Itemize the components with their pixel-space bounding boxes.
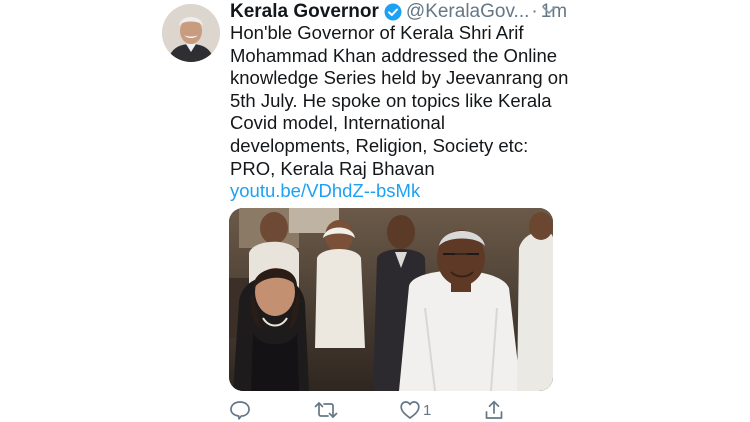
verified-badge-icon [384, 3, 402, 21]
profile-avatar[interactable] [162, 4, 220, 62]
user-handle[interactable]: @KeralaGov... [406, 1, 529, 23]
like-count: 1 [423, 401, 432, 419]
retweet-icon [314, 399, 338, 421]
tweet-header: Kerala Governor @KeralaGov... · 1m [230, 0, 570, 24]
tweet-actions: 1 [229, 398, 519, 422]
tweet-link[interactable]: youtu.be/VDhdZ--bsMk [230, 180, 420, 202]
tweet-text-line: PRO, Kerala Raj Bhavan [230, 157, 435, 179]
event-photo [229, 208, 553, 391]
share-icon [483, 399, 505, 421]
tweet-photo[interactable] [229, 208, 553, 391]
tweet-text-line: Covid model, International [230, 112, 445, 134]
tweet-text-line: knowledge Series held by Jeevanrang on [230, 67, 569, 89]
avatar-photo [162, 4, 220, 62]
share-button[interactable] [483, 398, 505, 422]
tweet: Kerala Governor @KeralaGov... · 1m Hon'b… [0, 0, 750, 422]
heart-icon [399, 399, 421, 421]
like-button[interactable]: 1 [399, 398, 431, 422]
tweet-text-line: developments, Religion, Society etc: [230, 134, 529, 156]
reply-icon [229, 399, 251, 421]
chevron-down-icon[interactable] [541, 3, 557, 17]
tweet-text-line: 5th July. He spoke on topics like Kerala [230, 89, 552, 111]
tweet-text-line: Hon'ble Governor of Kerala Shri Arif [230, 22, 524, 43]
retweet-button[interactable] [314, 398, 338, 422]
display-name[interactable]: Kerala Governor [230, 1, 379, 23]
reply-button[interactable] [229, 398, 251, 422]
tweet-text: Hon'ble Governor of Kerala Shri Arif Moh… [230, 22, 569, 180]
separator: · [531, 1, 538, 22]
tweet-text-line: Mohammad Khan addressed the Online [230, 44, 558, 66]
